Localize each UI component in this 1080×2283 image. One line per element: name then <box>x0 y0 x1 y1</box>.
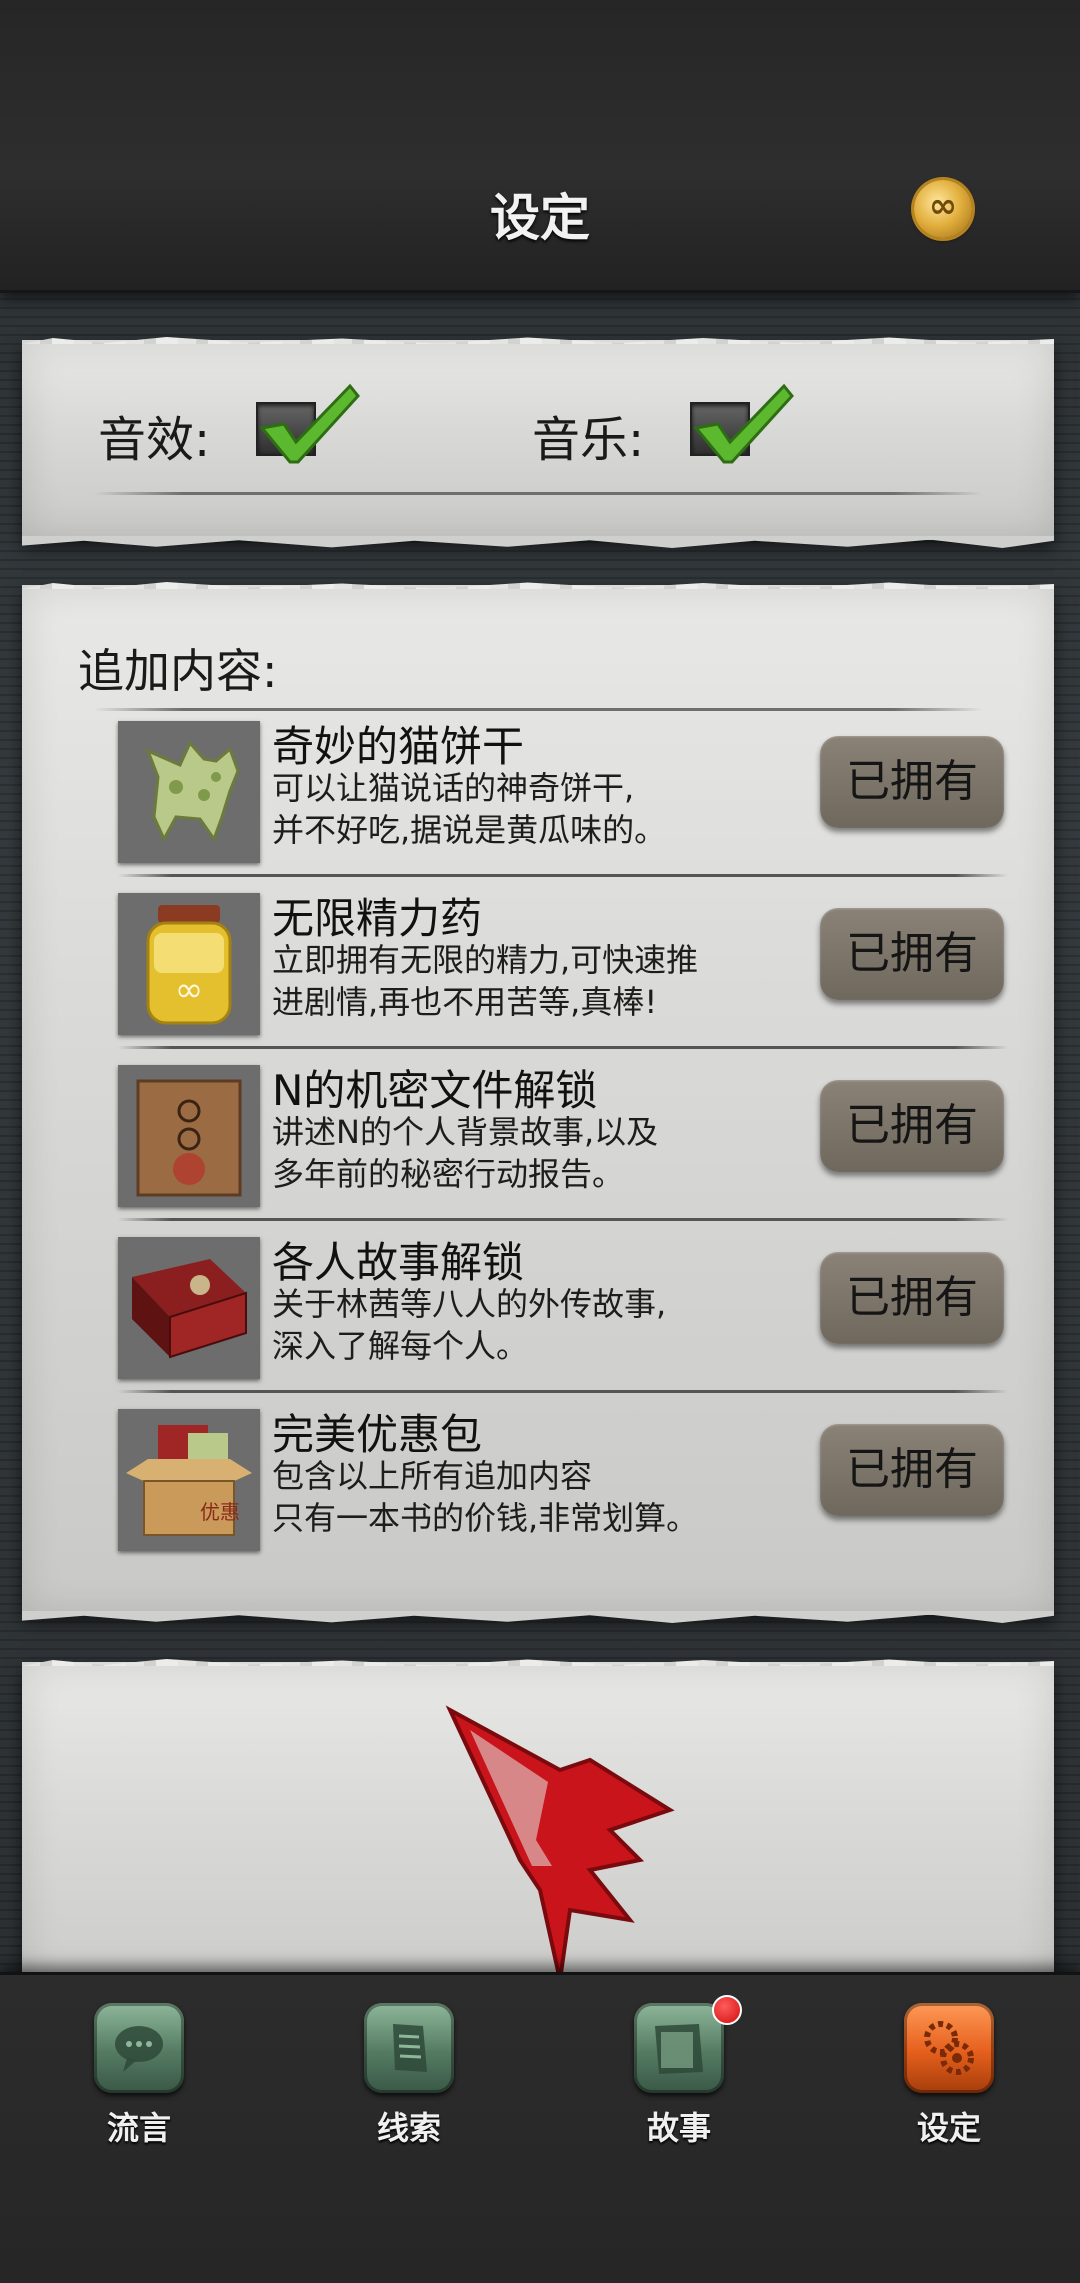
divider <box>118 1046 1008 1049</box>
item-desc-line2: 只有一本书的价钱,非常划算。 <box>272 1499 699 1537</box>
audio-settings-panel: 音效: 音乐: <box>22 340 1054 540</box>
divider <box>94 708 982 711</box>
tab-label: 故事 <box>646 2109 711 2147</box>
item-desc-line2: 多年前的秘密行动报告。 <box>272 1155 625 1193</box>
bundle-box-icon: 优惠 <box>118 1409 260 1551</box>
owned-button[interactable]: 已拥有 <box>820 736 1004 828</box>
bundle-box-label: 优惠 <box>200 1500 240 1524</box>
secret-envelope-icon <box>118 1065 260 1207</box>
notification-badge <box>712 1995 742 2025</box>
music-checkbox[interactable] <box>690 383 794 464</box>
owned-button[interactable]: 已拥有 <box>820 1080 1004 1172</box>
divider <box>118 874 1008 877</box>
tab-label: 线索 <box>376 2109 441 2147</box>
bottom-navigation: 流言 线索 故事 设定 <box>0 1972 1080 2283</box>
owned-button[interactable]: 已拥有 <box>820 1252 1004 1344</box>
owned-button[interactable]: 已拥有 <box>820 908 1004 1000</box>
studio-logo-panel <box>22 1662 1054 2022</box>
addon-item-stories: 各人故事解锁 关于林茜等八人的外传故事, 深入了解每个人。 已拥有 <box>94 1229 1008 1393</box>
coin-symbol: ∞ <box>928 186 958 226</box>
tab-settings[interactable]: 设定 <box>886 2003 1006 2163</box>
item-name: 完美优惠包 <box>272 1410 483 1459</box>
svg-text:∞: ∞ <box>175 970 203 1010</box>
checkmark-icon <box>259 383 360 464</box>
story-folder-icon <box>634 2003 724 2093</box>
sound-checkbox[interactable] <box>256 383 360 464</box>
item-desc-line2: 并不好吃,据说是黄瓜味的。 <box>272 811 667 849</box>
speech-bubble-icon <box>94 2003 184 2093</box>
divider <box>118 1218 1008 1221</box>
note-paper-icon <box>364 2003 454 2093</box>
item-desc-line2: 进剧情,再也不用苦等,真棒! <box>272 983 658 1021</box>
cat-cookie-icon <box>118 721 260 863</box>
item-name: 无限精力药 <box>272 894 483 943</box>
item-desc-line1: 可以让猫说话的神奇饼干, <box>272 769 635 807</box>
music-label: 音乐: <box>532 412 645 468</box>
item-desc-line1: 立即拥有无限的精力,可快速推 <box>272 941 699 979</box>
addon-item-secret-file: N的机密文件解锁 讲述N的个人背景故事,以及 多年前的秘密行动报告。 已拥有 <box>94 1057 1008 1221</box>
addon-item-cat-cookie: 奇妙的猫饼干 可以让猫说话的神奇饼干, 并不好吃,据说是黄瓜味的。 已拥有 <box>94 713 1008 877</box>
item-desc-line1: 关于林茜等八人的外传故事, <box>272 1285 667 1323</box>
addon-content-panel: 追加内容: 奇妙的猫饼干 可以让猫说话的神奇饼干, 并不好吃,据说是黄瓜味的。 … <box>22 585 1054 1615</box>
item-name: 奇妙的猫饼干 <box>272 722 525 771</box>
addon-item-potion: ∞ 无限精力药 立即拥有无限的精力,可快速推 进剧情,再也不用苦等,真棒! 已拥… <box>94 885 1008 1049</box>
tab-label: 设定 <box>916 2109 981 2147</box>
top-bar: 设定 ∞ <box>0 0 1080 293</box>
tab-label: 流言 <box>106 2109 171 2147</box>
checkmark-icon <box>693 383 794 464</box>
potion-jar-icon: ∞ <box>118 893 260 1035</box>
addon-section-title: 追加内容: <box>78 644 278 698</box>
item-name: 各人故事解锁 <box>272 1238 525 1287</box>
item-desc-line1: 包含以上所有追加内容 <box>272 1457 593 1495</box>
owned-button[interactable]: 已拥有 <box>820 1424 1004 1516</box>
sound-label: 音效: <box>98 412 211 468</box>
item-desc-line1: 讲述N的个人背景故事,以及 <box>272 1113 659 1151</box>
tab-stories[interactable]: 故事 <box>616 1995 742 2163</box>
wolf-logo-icon <box>445 1705 675 1980</box>
tab-rumors[interactable]: 流言 <box>76 2003 196 2163</box>
tab-clues[interactable]: 线索 <box>346 2003 466 2163</box>
gear-settings-icon <box>904 2003 994 2093</box>
divider <box>94 492 982 495</box>
story-book-icon <box>118 1237 260 1379</box>
item-desc-line2: 深入了解每个人。 <box>272 1327 529 1365</box>
infinity-coin-icon[interactable]: ∞ <box>914 180 972 238</box>
divider <box>118 1390 1008 1393</box>
addon-item-bundle: 优惠 完美优惠包 包含以上所有追加内容 只有一本书的价钱,非常划算。 已拥有 <box>94 1401 1008 1551</box>
item-name: N的机密文件解锁 <box>272 1066 598 1115</box>
